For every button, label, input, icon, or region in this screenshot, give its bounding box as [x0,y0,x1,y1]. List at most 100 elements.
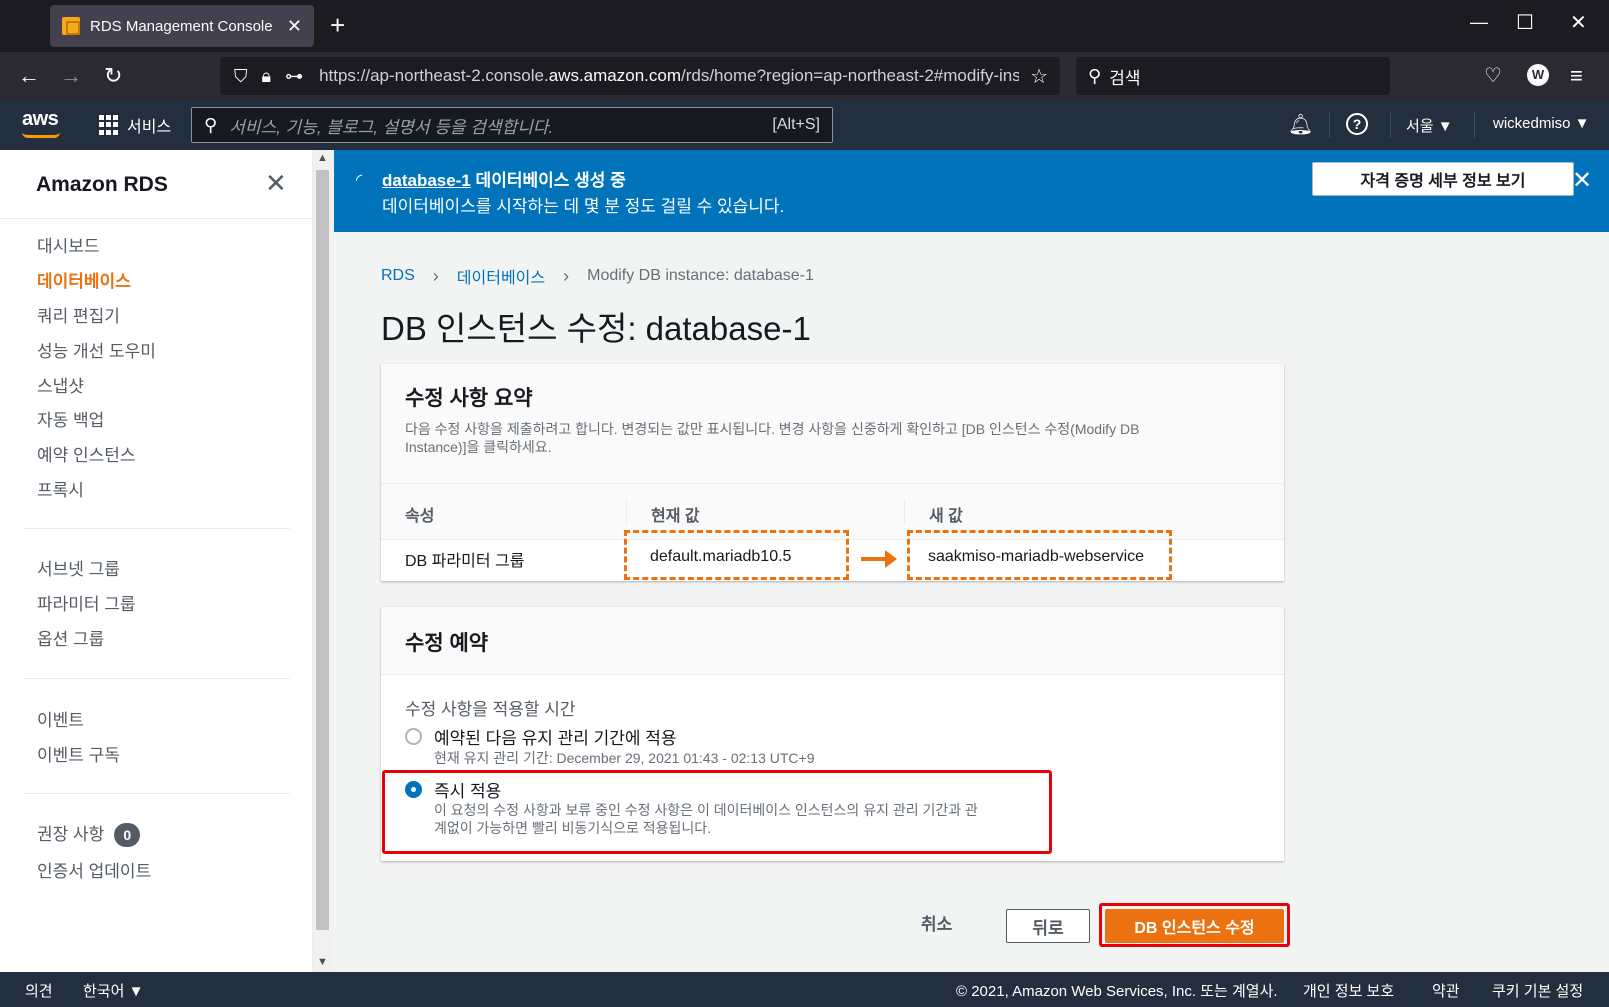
bookmark-star-icon[interactable]: ☆ [1030,64,1048,89]
url-bar[interactable]: ⛉ 🔒︎ ⊶ https://ap-northeast-2.console.aw… [220,57,1060,95]
window-close-icon[interactable]: ✕ [1570,10,1587,35]
sidebar-item-query-editor[interactable]: 쿼리 편집기 [37,302,120,327]
shield-icon[interactable]: ⛉ [234,66,248,87]
spinner-icon: ◜ [356,172,363,189]
search-icon: ⚲ [1088,65,1102,86]
sidebar-title[interactable]: Amazon RDS [36,173,168,197]
profile-avatar-icon[interactable]: W [1527,64,1549,86]
forward-arrow-icon[interactable]: → [60,62,82,90]
apply-immediately-highlight [382,770,1052,854]
recommendations-label: 권장 사항 [37,825,105,844]
breadcrumb: RDS › 데이터베이스 › Modify DB instance: datab… [381,264,814,288]
footer-language-selector[interactable]: 한국어 ▼ [83,980,143,1001]
bell-icon[interactable]: 🔔︎ [1288,112,1313,137]
arrow-right-icon [861,550,897,568]
sidebar-item-reserved-instances[interactable]: 예약 인스턴스 [37,441,136,466]
minimize-icon[interactable]: — [1470,12,1488,33]
scrollbar-thumb[interactable] [316,170,329,930]
scroll-down-icon[interactable]: ▼ [317,956,328,968]
new-value-highlight [907,530,1172,580]
view-credentials-button[interactable]: 자격 증명 세부 정보 보기 [1312,162,1574,196]
schedule-title: 수정 예약 [405,632,489,655]
url-text[interactable]: https://ap-northeast-2.console.aws.amazo… [319,66,1019,86]
tab-title: RDS Management Console [90,17,273,35]
new-tab-icon[interactable]: + [330,10,345,40]
permissions-icon[interactable]: ⊶ [285,66,303,87]
browser-nav-bar: ← → ↻ ⛉ 🔒︎ ⊶ https://ap-northeast-2.cons… [0,52,1609,100]
row-attribute: DB 파라미터 그룹 [405,553,525,570]
footer-feedback[interactable]: 의견 [25,980,53,1001]
services-menu[interactable]: 서비스 [99,113,171,137]
option-next-maintenance-label[interactable]: 예약된 다음 유지 관리 기간에 적용 [434,724,677,749]
pocket-icon[interactable]: ♡ [1484,62,1502,90]
sidebar-item-performance-insights[interactable]: 성능 개선 도우미 [37,337,156,362]
schedule-label: 수정 사항을 적용할 시간 [405,700,576,719]
sidebar-item-certificate-update[interactable]: 인증서 업데이트 [37,857,151,882]
sidebar-item-snapshots[interactable]: 스냅샷 [37,372,84,397]
search-icon: ⚲ [204,114,218,135]
footer-cookie-preferences-link[interactable]: 쿠키 기본 설정 [1492,980,1583,1001]
banner-title: database-1 데이터베이스 생성 중 [382,171,626,190]
sidebar-item-events[interactable]: 이벤트 [37,706,84,731]
col-current-value: 현재 값 [651,508,700,525]
breadcrumb-current: Modify DB instance: database-1 [587,267,814,284]
region-selector[interactable]: 서울 ▼ [1406,115,1453,136]
aws-favicon-icon [62,17,80,35]
summary-description: 다음 수정 사항을 제출하려고 합니다. 변경되는 값만 표시됩니다. 변경 사… [405,421,1140,455]
sidebar-item-dashboard[interactable]: 대시보드 [37,232,100,257]
scroll-up-icon[interactable]: ▲ [317,152,328,164]
col-attribute: 속성 [405,508,435,525]
sidebar-item-proxies[interactable]: 프록시 [37,476,84,501]
reload-icon[interactable]: ↻ [104,62,122,90]
browser-tab-bar: RDS Management Console ✕ + — ☐ ✕ [0,0,1609,52]
banner-message: 데이터베이스를 시작하는 데 몇 분 정도 걸릴 수 있습니다. [382,197,785,216]
help-icon[interactable]: ? [1346,113,1368,135]
maximize-icon[interactable]: ☐ [1516,10,1534,35]
account-menu[interactable]: wickedmiso ▼ [1493,115,1590,132]
sidebar-item-event-subscriptions[interactable]: 이벤트 구독 [37,741,120,766]
browser-search-placeholder: 검색 [1109,68,1141,88]
chevron-right-icon: › [563,265,570,286]
aws-top-nav: aws 서비스 ⚲ 서비스, 기능, 블로그, 설명서 등을 검색합니다. [A… [0,100,1609,150]
search-shortcut: [Alt+S] [772,116,820,133]
sidebar-item-option-groups[interactable]: 옵션 그룹 [37,625,104,650]
banner-close-icon[interactable]: ✕ [1572,166,1592,195]
lock-icon[interactable]: 🔒︎ [262,66,272,87]
services-label: 서비스 [127,119,172,136]
banner-db-link[interactable]: database-1 [382,171,471,190]
sidebar-scrollbar[interactable]: ▲ ▼ [313,150,332,972]
status-banner: ◜ database-1 데이터베이스 생성 중 데이터베이스를 시작하는 데 … [334,150,1609,232]
footer-terms-link[interactable]: 약관 [1432,980,1460,1001]
browser-search-bar[interactable]: ⚲ 검색 [1076,57,1390,95]
col-new-value: 새 값 [929,508,963,525]
sidebar-close-icon[interactable]: ✕ [265,168,287,199]
modify-db-instance-button[interactable]: DB 인스턴스 수정 [1105,909,1284,943]
sidebar-item-subnet-groups[interactable]: 서브넷 그룹 [37,555,120,580]
footer-copyright: © 2021, Amazon Web Services, Inc. 또는 계열사… [956,983,1278,1000]
tab-close-icon[interactable]: ✕ [287,16,302,37]
breadcrumb-rds[interactable]: RDS [381,267,415,285]
footer: 의견 한국어 ▼ © 2021, Amazon Web Services, In… [0,972,1609,1007]
back-arrow-icon[interactable]: ← [18,62,40,90]
footer-privacy-link[interactable]: 개인 정보 보호 [1303,980,1394,1001]
cancel-button[interactable]: 취소 [921,910,952,935]
aws-logo[interactable]: aws [22,108,60,138]
breadcrumb-databases[interactable]: 데이터베이스 [457,264,545,288]
sidebar-item-parameter-groups[interactable]: 파라미터 그룹 [37,590,136,615]
option-next-maintenance-desc: 현재 유지 관리 기간: December 29, 2021 01:43 - 0… [434,750,815,766]
sidebar: Amazon RDS ✕ 대시보드 데이터베이스 쿼리 편집기 성능 개선 도우… [0,150,313,972]
browser-tab[interactable]: RDS Management Console ✕ [50,5,314,47]
grid-icon [99,115,119,135]
aws-search-placeholder: 서비스, 기능, 블로그, 설명서 등을 검색합니다. [229,117,554,137]
back-button[interactable]: 뒤로 [1006,909,1090,943]
aws-search-input[interactable]: ⚲ 서비스, 기능, 블로그, 설명서 등을 검색합니다. [Alt+S] [191,107,833,143]
sidebar-item-automated-backups[interactable]: 자동 백업 [37,406,104,431]
sidebar-item-databases[interactable]: 데이터베이스 [37,267,131,292]
chevron-right-icon: › [432,265,439,286]
summary-title: 수정 사항 요약 [405,387,533,410]
page-title: DB 인스턴스 수정: database-1 [381,310,811,347]
menu-icon[interactable]: ≡ [1570,62,1583,90]
radio-next-maintenance[interactable] [405,728,422,745]
sidebar-item-recommendations[interactable]: 권장 사항 0 [37,820,141,847]
current-value-highlight [624,530,849,580]
